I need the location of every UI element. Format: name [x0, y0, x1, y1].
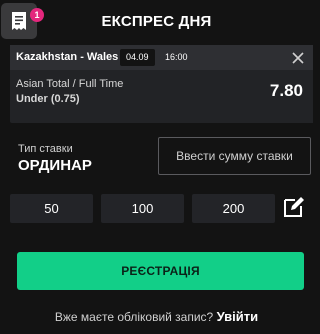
match-name: Kazakhstan - Wales [16, 51, 119, 63]
page-title: ЕКСПРЕС ДНЯ [101, 13, 212, 30]
bet-type-value: ОРДИНАР [18, 157, 92, 174]
match-row: Kazakhstan - Wales 04.09 16:00 [10, 45, 313, 70]
selection-name: Under (0.75) [16, 93, 80, 105]
bet-card: Kazakhstan - Wales 04.09 16:00 Asian Tot… [10, 45, 313, 123]
edit-icon [284, 197, 304, 217]
quick-stake-50-button[interactable]: 50 [10, 194, 93, 223]
header: 1 ЕКСПРЕС ДНЯ [0, 0, 313, 45]
login-prompt: Вже маєте обліковий запис? Увійти [0, 309, 313, 324]
register-button[interactable]: РЕЄСТРАЦІЯ [17, 252, 304, 290]
quick-stake-100-button[interactable]: 100 [101, 194, 184, 223]
bet-type-label: Тип ставки [18, 143, 73, 155]
odds-value: 7.80 [269, 81, 303, 100]
match-time: 16:00 [165, 52, 188, 62]
market-name: Asian Total / Full Time [16, 78, 124, 90]
quick-stake-200-button[interactable]: 200 [192, 194, 275, 223]
match-date: 04.09 [120, 49, 155, 66]
close-icon[interactable] [291, 51, 305, 65]
stake-input[interactable] [158, 137, 311, 175]
login-prompt-text: Вже маєте обліковий запис? [54, 310, 214, 324]
login-link[interactable]: Увійти [217, 309, 259, 324]
edit-stakes-button[interactable] [282, 195, 306, 219]
